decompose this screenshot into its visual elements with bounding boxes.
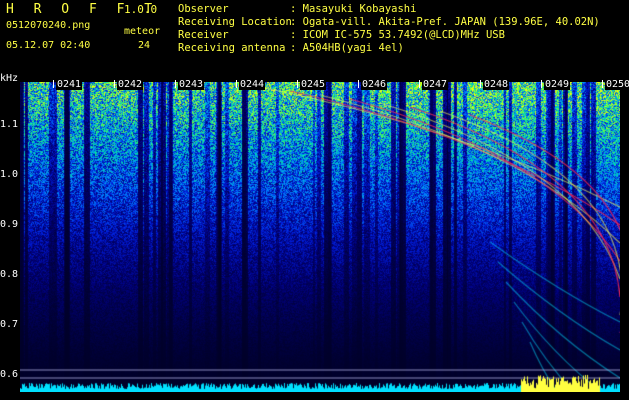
frequency-tick-label: 0.7: [0, 319, 19, 330]
frequency-tick-label: 1.1: [0, 119, 19, 130]
time-tick-label: 0246: [361, 79, 388, 90]
time-tick-mark: [236, 80, 237, 88]
time-tick-mark: [297, 80, 298, 88]
time-tick-label: 0244: [239, 79, 266, 90]
time-tick-label: 0250: [605, 79, 629, 90]
file-name: 0512070240.png: [6, 20, 91, 31]
time-tick-label: 0245: [300, 79, 327, 90]
time-tick-label: 0249: [544, 79, 571, 90]
frequency-tick-label: 0.6: [0, 369, 19, 380]
time-tick-mark: [602, 80, 603, 88]
app-version: 1.0.0: [124, 3, 158, 16]
time-tick-mark: [358, 80, 359, 88]
header: H R O F F T 1.0.0 0512070240.png meteor …: [0, 0, 629, 78]
info-key: Receiving Location: [178, 16, 292, 28]
frequency-tick-label: 1.0: [0, 169, 19, 180]
waterfall-canvas: [20, 82, 620, 392]
info-value: : Ogata-vill. Akita-Pref. JAPAN (139.96E…: [290, 16, 600, 28]
frequency-unit-label: kHz: [0, 73, 19, 84]
time-tick-label: 0248: [483, 79, 510, 90]
info-key: Observer: [178, 3, 229, 15]
meteor-label: meteor: [124, 26, 161, 37]
time-tick-mark: [480, 80, 481, 88]
time-tick-mark: [175, 80, 176, 88]
waterfall-spectrogram: [20, 82, 620, 392]
time-tick-mark: [541, 80, 542, 88]
frequency-tick-label: 0.9: [0, 219, 19, 230]
info-key: Receiver: [178, 29, 229, 41]
info-value: : Masayuki Kobayashi: [290, 3, 417, 15]
time-tick-mark: [53, 80, 54, 88]
info-value: : ICOM IC-575 53.7492(@LCD)MHz USB: [290, 29, 505, 41]
info-key: Receiving antenna: [178, 42, 286, 54]
time-tick-label: 0247: [422, 79, 449, 90]
time-tick-label: 0241: [56, 79, 83, 90]
time-tick-mark: [419, 80, 420, 88]
meteor-count: 24: [138, 40, 151, 51]
datetime: 05.12.07 02:40: [6, 40, 91, 51]
frequency-tick-label: 0.8: [0, 269, 19, 280]
info-value: : A504HB(yagi 4el): [290, 42, 404, 54]
time-tick-label: 0242: [117, 79, 144, 90]
time-tick-label: 0243: [178, 79, 205, 90]
time-tick-mark: [114, 80, 115, 88]
